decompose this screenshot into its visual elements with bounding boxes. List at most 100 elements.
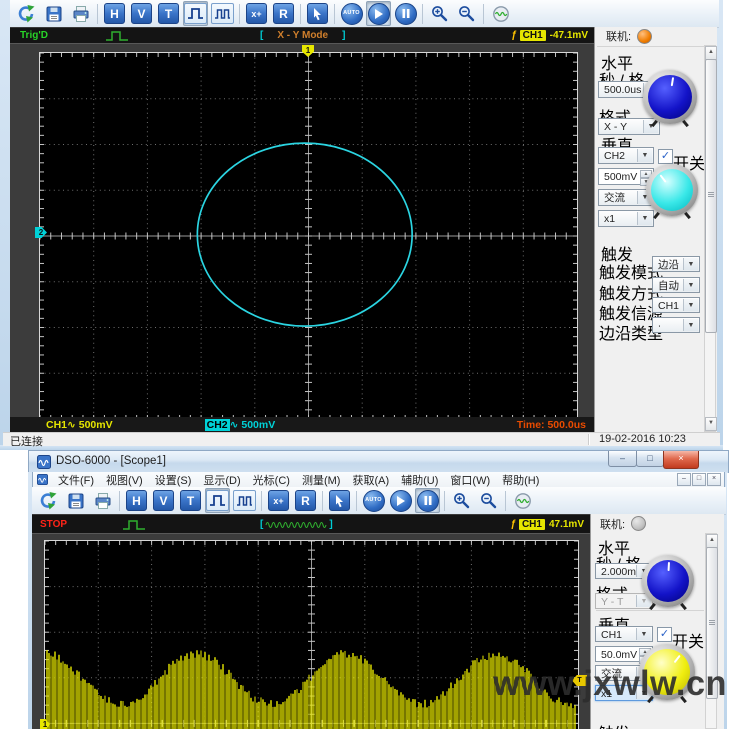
horizontal-knob[interactable] [643, 70, 697, 128]
autoset-label: AUTO [362, 489, 385, 512]
channel-switch-checkbox[interactable]: ✓ [658, 149, 673, 164]
vertical-knob[interactable] [646, 164, 698, 220]
horizontal-setup-button[interactable]: H [102, 1, 127, 26]
scroll-down-icon[interactable]: ▼ [705, 417, 717, 431]
vertical-channel-select[interactable]: CH1 ▼ [595, 626, 653, 642]
dual-pulse-button[interactable] [232, 488, 257, 513]
cursor-button[interactable] [305, 1, 330, 26]
menu-measure[interactable]: 测量(M) [296, 471, 347, 489]
menu-settings[interactable]: 设置(S) [149, 471, 198, 489]
vertical-setup-button[interactable]: V [129, 1, 154, 26]
print-button[interactable] [90, 488, 115, 513]
scrollbar-thumb[interactable] [705, 59, 717, 333]
zoom-in-button[interactable] [427, 1, 452, 26]
mdi-close-button[interactable]: × [707, 473, 721, 486]
pause-button[interactable] [393, 1, 418, 26]
document-icon [37, 474, 48, 485]
edge-type-select[interactable]: ∙ ▼ [652, 317, 700, 333]
menu-acquire[interactable]: 获取(A) [346, 471, 395, 489]
scroll-up-icon[interactable]: ▲ [706, 534, 718, 548]
channel-bar-top: CH1∿ 500mV CH2 ∿ 500mV Time: 500.0us [10, 417, 594, 432]
cursor-icon [307, 3, 328, 24]
waveform-refresh-button[interactable] [510, 488, 535, 513]
toolbar-separator [119, 490, 120, 511]
menu-cursor[interactable]: 光标(C) [247, 471, 296, 489]
minimize-button[interactable]: – [608, 451, 637, 467]
mdi-controls: – □ × [676, 473, 721, 486]
single-pulse-icon [206, 490, 229, 511]
format-select-disabled: Y - T ▼ [595, 593, 653, 609]
print-button[interactable] [68, 1, 93, 26]
save-button[interactable] [63, 488, 88, 513]
horizontal-setup-label: H [126, 490, 147, 511]
run-button[interactable] [388, 488, 413, 513]
toolbar-separator [322, 490, 323, 511]
menu-help[interactable]: 帮助(H) [496, 471, 545, 489]
mode-indicator: [X - Y Mode] [260, 30, 345, 41]
connect-button[interactable] [14, 1, 39, 26]
trigger-setup-button[interactable]: T [178, 488, 203, 513]
horizontal-setup-button[interactable]: H [124, 488, 149, 513]
autoset-button[interactable]: AUTO [339, 1, 364, 26]
trigger-setup-button[interactable]: T [156, 1, 181, 26]
mode-label: X - Y Mode [277, 30, 329, 41]
trigger-status: Trig'D [20, 30, 48, 41]
trigger-setup-label: T [180, 490, 201, 511]
cursor-button[interactable] [327, 488, 352, 513]
panel-divider [597, 46, 705, 47]
pulse-icon [106, 31, 128, 41]
scroll-up-icon[interactable]: ▲ [705, 46, 717, 60]
channel-switch-checkbox[interactable]: ✓ [657, 627, 672, 642]
menu-file[interactable]: 文件(F) [52, 471, 100, 489]
zoom-in-button[interactable] [449, 488, 474, 513]
timebase-readout: Time: 500.0us [516, 418, 586, 431]
horizontal-knob[interactable] [642, 555, 694, 611]
trigger-level-value: -47.1mV [549, 30, 588, 41]
scrollbar-grip [709, 620, 715, 621]
scrollbar-grip [708, 192, 714, 193]
dual-pulse-button[interactable] [210, 1, 235, 26]
pause-button[interactable] [415, 488, 440, 513]
math-button[interactable]: x+ [244, 1, 269, 26]
save-button[interactable] [41, 1, 66, 26]
close-button[interactable]: × [663, 451, 699, 469]
vertical-channel-select[interactable]: CH2 ▼ [598, 147, 654, 164]
single-pulse-button[interactable] [205, 488, 230, 513]
trigger-source-select[interactable]: CH1 ▼ [652, 297, 700, 313]
menubar: 文件(F) 视图(V) 设置(S) 显示(D) 光标(C) 测量(M) 获取(A… [32, 472, 725, 487]
trigger-sweep-select[interactable]: 自动 ▼ [652, 277, 700, 293]
zoom-out-button[interactable] [454, 1, 479, 26]
menu-utility[interactable]: 辅助(U) [395, 471, 444, 489]
trigger-readout: ƒ CH1 47.1mV [510, 519, 584, 530]
dual-pulse-icon [233, 490, 256, 511]
autoset-button[interactable]: AUTO [361, 488, 386, 513]
menu-window[interactable]: 窗口(W) [444, 471, 496, 489]
connect-button[interactable] [36, 488, 61, 513]
reference-button[interactable]: R [271, 1, 296, 26]
xy-display [39, 52, 578, 420]
probe-select[interactable]: x1 ▼ [598, 210, 654, 227]
math-label: x+ [268, 490, 289, 511]
maximize-button[interactable]: □ [636, 451, 664, 467]
horizontal-knob-face [648, 75, 692, 119]
volts-per-div-spinner[interactable]: 500mV▲▼ [598, 168, 654, 186]
zoom-out-icon [481, 493, 497, 509]
zoom-out-button[interactable] [476, 488, 501, 513]
menu-view[interactable]: 视图(V) [100, 471, 149, 489]
trigger-mode-select[interactable]: 边沿 ▼ [652, 256, 700, 272]
waveform-refresh-button[interactable] [488, 1, 513, 26]
run-button[interactable] [366, 1, 391, 26]
single-pulse-button[interactable] [183, 1, 208, 26]
menu-display[interactable]: 显示(D) [197, 471, 246, 489]
chevron-down-icon: ▼ [636, 628, 651, 640]
vertical-setup-button[interactable]: V [151, 488, 176, 513]
reference-button[interactable]: R [293, 488, 318, 513]
datetime-status: 19-02-2016 10:23 [599, 433, 686, 445]
mdi-minimize-button[interactable]: – [677, 473, 691, 486]
math-button[interactable]: x+ [266, 488, 291, 513]
zoom-out-icon [459, 6, 475, 22]
toolbar-separator [505, 490, 506, 511]
horizontal-setup-label: H [104, 3, 125, 24]
mdi-restore-button[interactable]: □ [692, 473, 706, 486]
panel-scrollbar-top[interactable]: ▲ ▼ [704, 45, 717, 432]
